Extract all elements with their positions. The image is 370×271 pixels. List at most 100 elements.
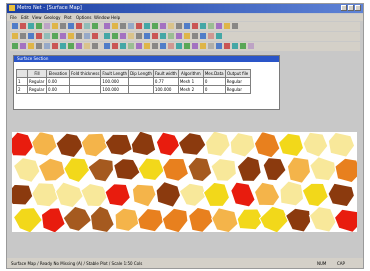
map-cell[interactable] [155,132,181,157]
toolbar-button-icon[interactable] [168,23,174,29]
map-cell[interactable] [130,132,157,157]
toolbar-button-icon[interactable] [192,23,198,29]
toolbar-button-icon[interactable] [28,23,34,29]
map-cell[interactable] [333,208,358,232]
map-cell[interactable] [334,157,357,184]
toolbar-button-icon[interactable] [44,43,50,49]
map-cell[interactable] [178,182,207,207]
map-cell[interactable] [54,181,84,209]
map-cell[interactable] [230,181,256,208]
map-cell[interactable] [229,132,256,158]
toolbar-button-icon[interactable] [208,33,214,39]
toolbar-button-icon[interactable] [144,43,150,49]
toolbar-button-icon[interactable] [144,33,150,39]
toolbar-button-icon[interactable] [152,33,158,39]
toolbar-button-icon[interactable] [136,33,142,39]
toolbar-button-icon[interactable] [128,23,134,29]
map-cell[interactable] [12,157,41,183]
minimize-button[interactable] [341,5,347,11]
toolbar-button-icon[interactable] [192,43,198,49]
toolbar-button-icon[interactable] [168,43,174,49]
toolbar-button-icon[interactable] [84,23,90,29]
toolbar-button-icon[interactable] [216,23,222,29]
toolbar-button-icon[interactable] [92,33,98,39]
table-cell[interactable]: 100.000 [100,77,130,86]
toolbar-button-icon[interactable] [200,33,206,39]
toolbar-button-icon[interactable] [224,43,230,49]
toolbar-button-icon[interactable] [52,33,58,39]
toolbar-button-icon[interactable] [36,23,42,29]
toolbar-button-icon[interactable] [120,23,126,29]
table-cell[interactable]: Mesh 2 [177,85,204,94]
map-cell[interactable] [327,132,356,158]
table-cell[interactable]: 0 [202,77,226,86]
map-cell[interactable] [327,182,355,208]
close-button[interactable] [355,5,361,11]
map-cell[interactable] [104,133,133,156]
map-cell[interactable] [80,182,109,208]
toolbar-button-icon[interactable] [52,43,58,49]
map-cell[interactable] [277,132,305,158]
toolbar-button-icon[interactable] [208,43,214,49]
map-cell[interactable] [187,156,213,183]
map-cell[interactable] [202,181,231,207]
toolbar-button-icon[interactable] [248,43,254,49]
toolbar-button-icon[interactable] [84,33,90,39]
map-cell[interactable] [37,157,66,182]
map-cell[interactable] [210,157,237,182]
toolbar-button-icon[interactable] [232,43,238,49]
toolbar-button-icon[interactable] [160,33,166,39]
menu-geology[interactable]: Geology [44,15,60,20]
toolbar-button-icon[interactable] [112,23,118,29]
toolbar-button-icon[interactable] [104,33,110,39]
toolbar-button-icon[interactable] [232,23,238,29]
map-cell[interactable] [137,207,165,232]
map-cell[interactable] [309,156,337,182]
toolbar-button-icon[interactable] [20,23,26,29]
map-cell[interactable] [279,180,305,207]
toolbar-button-icon[interactable] [160,23,166,29]
toolbar-button-icon[interactable] [152,23,158,29]
map-cell[interactable] [87,157,115,183]
map-cell[interactable] [137,157,165,182]
map-cell[interactable] [258,205,290,232]
toolbar-button-icon[interactable] [92,43,98,49]
map-canvas[interactable] [12,132,357,232]
map-cell[interactable] [236,155,262,182]
map-cell[interactable] [89,205,115,232]
map-cell[interactable] [286,156,312,184]
toolbar-button-icon[interactable] [240,43,246,49]
toolbar-button-icon[interactable] [168,33,174,39]
menu-help[interactable]: Help [111,15,120,20]
toolbar-button-icon[interactable] [36,43,42,49]
toolbar-button-icon[interactable] [76,23,82,29]
toolbar-button-icon[interactable] [76,43,82,49]
toolbar-button-icon[interactable] [184,33,190,39]
toolbar-button-icon[interactable] [152,43,158,49]
toolbar-button-icon[interactable] [200,23,206,29]
map-cell[interactable] [104,183,131,207]
map-cell[interactable] [253,132,281,159]
map-cell[interactable] [12,207,43,232]
table-row[interactable]: 1 Regular 0.00 100.000 0.77 Mesh 1 0 Reg… [16,77,251,86]
toolbar-button-icon[interactable] [136,43,142,49]
table-cell[interactable] [128,77,154,86]
table-cell[interactable]: Regular [224,77,251,86]
map-cell[interactable] [308,206,337,232]
toolbar-button-icon[interactable] [20,43,26,49]
toolbar-button-icon[interactable] [144,23,150,29]
toolbar-button-icon[interactable] [36,33,42,39]
table-cell[interactable]: 0.00 [46,77,70,86]
toolbar-button-icon[interactable] [28,43,34,49]
toolbar-button-icon[interactable] [84,43,90,49]
toolbar-button-icon[interactable] [12,23,18,29]
menu-view[interactable]: View [32,15,42,20]
table-cell[interactable]: 100.000 [100,85,130,94]
map-cell[interactable] [155,181,182,208]
map-cell[interactable] [40,207,66,232]
toolbar-button-icon[interactable] [44,23,50,29]
toolbar-button-icon[interactable] [60,43,66,49]
table-cell[interactable] [128,85,154,94]
map-cell[interactable] [253,181,281,207]
toolbar-button-icon[interactable] [68,43,74,49]
